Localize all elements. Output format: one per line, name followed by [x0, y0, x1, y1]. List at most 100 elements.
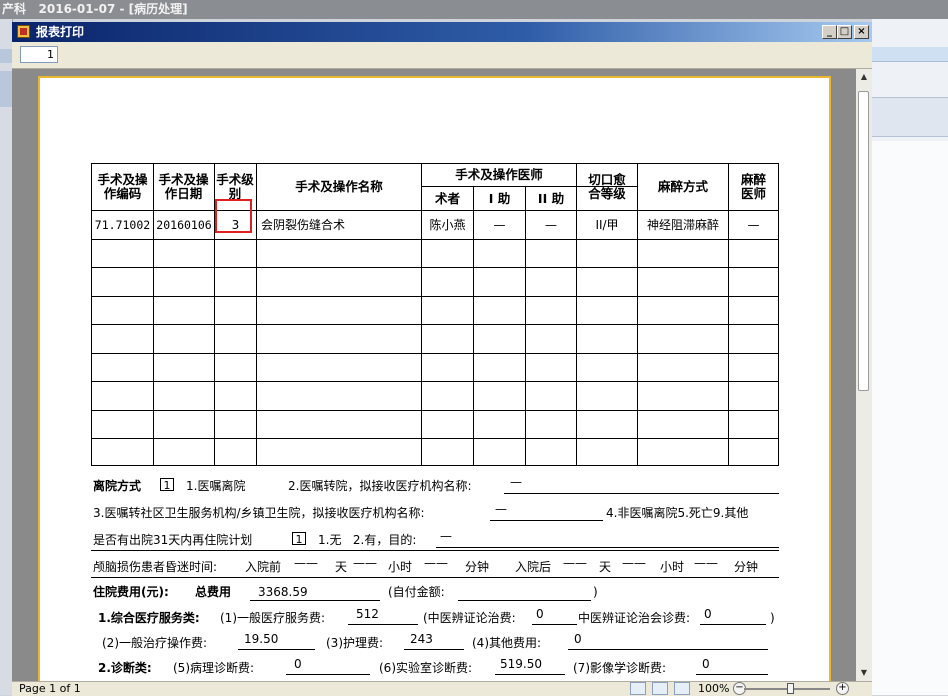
- cost-item4-label: (4)其他费用:: [472, 636, 542, 650]
- cost-item7-value: 0: [702, 657, 710, 671]
- cost-self-pay-end: ): [593, 585, 598, 599]
- single-page-icon[interactable]: [652, 682, 668, 695]
- header-assist-1: I 助: [488, 190, 511, 206]
- cost-total-label: 总费用: [195, 585, 232, 599]
- close-button[interactable]: ×: [854, 25, 869, 39]
- report-app-icon: [17, 25, 30, 38]
- header-op-date: 手术及操作日期: [158, 172, 209, 201]
- cost-item4-value: 0: [574, 632, 582, 646]
- discharge-opt3-value: —: [495, 502, 507, 516]
- discharge-value: 1: [160, 478, 174, 492]
- background-strip: [0, 49, 12, 63]
- vertical-scrollbar[interactable]: ▲ ▼: [856, 69, 872, 681]
- readmit-value-box: 1: [292, 532, 306, 546]
- coma-before-hour-unit: 小时: [388, 560, 413, 574]
- coma-label: 颅脑损伤患者昏迷时间:: [93, 560, 218, 574]
- discharge-label: 离院方式: [93, 479, 142, 493]
- coma-before-days: ——: [294, 556, 318, 570]
- header-anesthesia: 麻醉方式: [657, 179, 708, 194]
- report-page: 手术及操作编码 手术及操作日期 手术级别 手术及操作名称 手术及操作医师 术者 …: [38, 76, 831, 681]
- print-layout-icon[interactable]: [630, 682, 646, 695]
- background-right-panel: [872, 19, 948, 695]
- coma-before-minute-unit: 分钟: [465, 560, 490, 574]
- coma-before-minutes: ——: [424, 556, 448, 570]
- header-incision-grade: 切口愈合等级: [588, 172, 626, 201]
- background-band: [872, 97, 948, 137]
- coma-after-hour-unit: 小时: [660, 560, 685, 574]
- discharge-opt4: 4.非医嘱离院5.死亡9.其他: [606, 506, 749, 520]
- cost-close-paren: ): [770, 611, 775, 625]
- row-assist-1: —: [493, 218, 506, 232]
- background-strip: [0, 71, 12, 107]
- row-op-date: 20160106: [156, 218, 212, 232]
- zoom-level: 100%: [698, 682, 730, 695]
- header-op-name: 手术及操作名称: [295, 179, 383, 194]
- surgery-table: 手术及操作编码 手术及操作日期 手术级别 手术及操作名称 手术及操作医师 术者 …: [91, 163, 779, 466]
- report-viewport: 手术及操作编码 手术及操作日期 手术级别 手术及操作名称 手术及操作医师 术者 …: [12, 69, 856, 681]
- coma-after-label: 入院后: [515, 560, 552, 574]
- discharge-opt2-value: —: [510, 475, 522, 489]
- coma-after-hours: ——: [622, 556, 646, 570]
- toolbar: 1: [12, 42, 872, 69]
- header-anesthetist: 麻醉医师: [740, 172, 766, 201]
- scroll-thumb[interactable]: [858, 91, 869, 391]
- cost-label: 住院费用(元):: [93, 585, 169, 599]
- cost-tcm2-label: 中医辨证论治会诊费:: [578, 611, 691, 625]
- coma-before-day-unit: 天: [335, 560, 348, 574]
- row-op-name: 会阴裂伤缝合术: [261, 218, 346, 232]
- cost-item6-value: 519.50: [500, 657, 542, 671]
- background-band: [872, 141, 948, 695]
- cost-item3-value: 243: [410, 632, 433, 646]
- coma-after-days: ——: [563, 556, 587, 570]
- level-highlight-box: [215, 199, 252, 233]
- discharge-opt3: 3.医嘱转社区卫生服务机构/乡镇卫生院，拟接收医疗机构名称:: [93, 506, 425, 520]
- readmit-purpose: —: [440, 529, 452, 543]
- maximize-button[interactable]: □: [837, 25, 852, 39]
- coma-after-day-unit: 天: [599, 560, 612, 574]
- discharge-opt2: 2.医嘱转院，拟接收医疗机构名称:: [288, 479, 472, 493]
- discharge-opt1: 1.医嘱离院: [186, 479, 246, 493]
- readmit-label: 是否有出院31天内再住院计划: [93, 533, 253, 547]
- zoom-slider-thumb[interactable]: [787, 683, 794, 694]
- cost-item1-label: (1)一般医疗服务费:: [220, 611, 326, 625]
- coma-before-hours: ——: [353, 556, 377, 570]
- scroll-down-arrow-icon[interactable]: ▼: [856, 665, 872, 681]
- cost-cat2: 2.诊断类:: [98, 661, 152, 675]
- scroll-up-arrow-icon[interactable]: ▲: [856, 69, 872, 85]
- row-op-code: 71.71002: [94, 218, 151, 232]
- zoom-in-icon[interactable]: +: [836, 682, 849, 695]
- minimize-button[interactable]: _: [822, 25, 837, 39]
- row-assist-2: —: [545, 218, 557, 232]
- coma-before-label: 入院前: [245, 560, 282, 574]
- cost-item2-value: 19.50: [244, 632, 279, 646]
- window-titlebar[interactable]: 报表打印 _ □ ×: [12, 22, 872, 42]
- page-number-input[interactable]: 1: [20, 46, 58, 63]
- background-app-title: 产科 2016-01-07 - [病历处理]: [0, 0, 948, 19]
- header-op-code: 手术及操作编码: [97, 172, 148, 201]
- cost-total: 3368.59: [258, 585, 308, 599]
- cost-item3-label: (3)护理费:: [326, 636, 384, 650]
- page-status: Page 1 of 1: [19, 682, 81, 695]
- coma-after-minute-unit: 分钟: [734, 560, 759, 574]
- status-bar: Page 1 of 1 100% − +: [12, 681, 872, 696]
- header-surgeon: 术者: [434, 190, 460, 206]
- header-assist-2: II 助: [537, 190, 565, 206]
- readmit-value: 1: [292, 532, 306, 546]
- cost-tcm2-value: 0: [704, 607, 712, 621]
- cost-tcm1-label: (中医辨证论治费:: [423, 611, 516, 625]
- background-band: [872, 47, 948, 62]
- readmit-options: 1.无 2.有，目的:: [318, 533, 417, 547]
- cost-item2-label: (2)一般治疗操作费:: [102, 636, 208, 650]
- coma-after-minutes: ——: [694, 556, 718, 570]
- cost-item1-value: 512: [356, 607, 379, 621]
- window-title: 报表打印: [36, 25, 85, 39]
- cost-item6-label: (6)实验室诊断费:: [379, 661, 473, 675]
- row-surgeon: 陈小燕: [429, 218, 466, 232]
- cost-cat1: 1.综合医疗服务类:: [98, 611, 200, 625]
- report-print-window: 报表打印 _ □ × 1 手术及操作编码 手术及操作日期 手术级别 手术及操作名…: [12, 22, 872, 696]
- multi-page-icon[interactable]: [674, 682, 690, 695]
- discharge-value-box: 1: [160, 478, 174, 492]
- row-incision-grade: II/甲: [595, 218, 619, 232]
- row-anesthesia: 神经阻滞麻醉: [646, 218, 719, 232]
- row-anesthetist: —: [747, 218, 760, 232]
